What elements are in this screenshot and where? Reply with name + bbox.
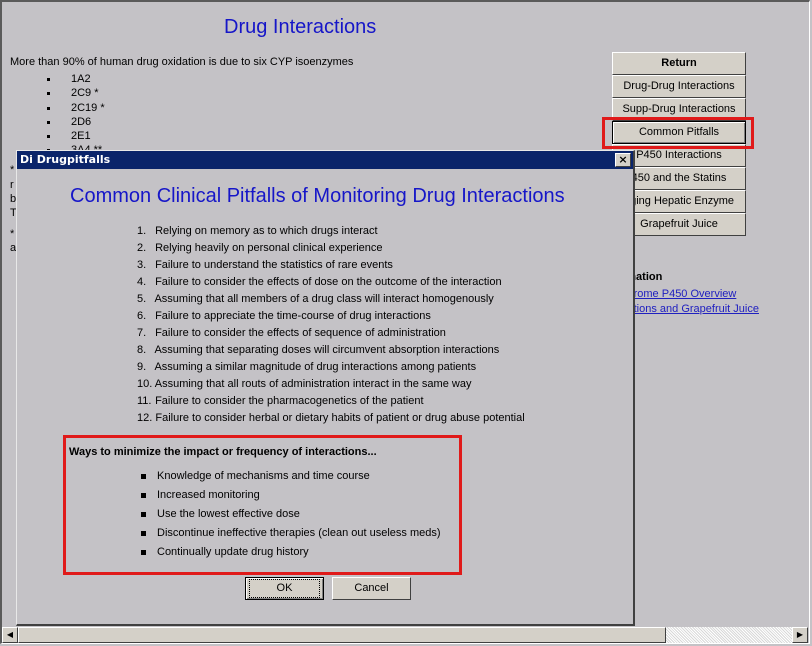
close-icon[interactable]: × [615,153,631,167]
common-pitfalls-highlight [602,117,754,149]
enzyme-item: 1A2 [44,72,105,86]
pitfall-item: 3. Failure to understand the statistics … [137,259,393,271]
enzyme-item: 2C9 * [44,86,105,100]
scroll-left-icon[interactable]: ◀ [2,627,18,643]
pitfall-item: 2. Relying heavily on personal clinical … [137,242,383,254]
drugpitfalls-dialog: Di Drugpitfalls × Common Clinical Pitfal… [16,150,635,626]
page-title: Drug Interactions [224,16,377,38]
pitfall-item: 6. Failure to appreciate the time-course… [137,310,431,322]
enzyme-list: 1A2 2C9 * 2C19 * 2D6 2E1 3A4 ** [44,72,105,158]
intro-text: More than 90% of human drug oxidation is… [10,56,354,68]
pitfall-item: 4. Failure to consider the effects of do… [137,276,502,288]
pitfall-item: 11. Failure to consider the pharmacogene… [137,395,424,407]
way-item: Continually update drug history [137,544,441,563]
pitfall-item: 1. Relying on memory as to which drugs i… [137,225,378,237]
enzyme-item: 2C19 * [44,101,105,115]
ways-heading: Ways to minimize the impact or frequency… [69,446,377,458]
cancel-button[interactable]: Cancel [332,577,411,600]
dialog-titlebar[interactable]: Di Drugpitfalls × [17,151,633,169]
obscured-text: * [10,228,15,240]
enzyme-item: 2D6 [44,115,105,129]
scrollbar-thumb[interactable] [18,627,666,643]
enzyme-item: 2E1 [44,129,105,143]
cytochrome-p450-overview-link[interactable]: chrome P450 Overview [622,288,736,300]
pitfall-item: 5. Assuming that all members of a drug c… [137,293,494,305]
pitfall-item: 8. Assuming that separating doses will c… [137,344,500,356]
pitfall-item: 7. Failure to consider the effects of se… [137,327,446,339]
way-item: Increased monitoring [137,487,441,506]
dialog-heading: Common Clinical Pitfalls of Monitoring D… [70,185,565,207]
obscured-text: r [10,179,14,191]
scroll-right-icon[interactable]: ▶ [792,627,808,643]
horizontal-scrollbar[interactable]: ◀ ▶ [2,627,808,643]
pitfall-item: 10. Assuming that all routs of administr… [137,378,472,390]
obscured-text: * [10,164,15,176]
way-item: Discontinue ineffective therapies (clean… [137,525,441,544]
way-item: Knowledge of mechanisms and time course [137,468,441,487]
pitfalls-list: 1. Relying on memory as to which drugs i… [137,223,525,427]
pitfall-item: 9. Assuming a similar magnitude of drug … [137,361,477,373]
ways-list: Knowledge of mechanisms and time course … [137,468,441,563]
grapefruit-juice-link[interactable]: cations and Grapefruit Juice [622,303,759,315]
way-item: Use the lowest effective dose [137,506,441,525]
return-button[interactable]: Return [612,52,746,75]
pitfall-item: 12. Failure to consider herbal or dietar… [137,412,525,424]
dialog-title: Di Drugpitfalls [20,153,111,166]
ok-button[interactable]: OK [245,577,324,600]
drug-drug-interactions-button[interactable]: Drug-Drug Interactions [612,75,746,98]
